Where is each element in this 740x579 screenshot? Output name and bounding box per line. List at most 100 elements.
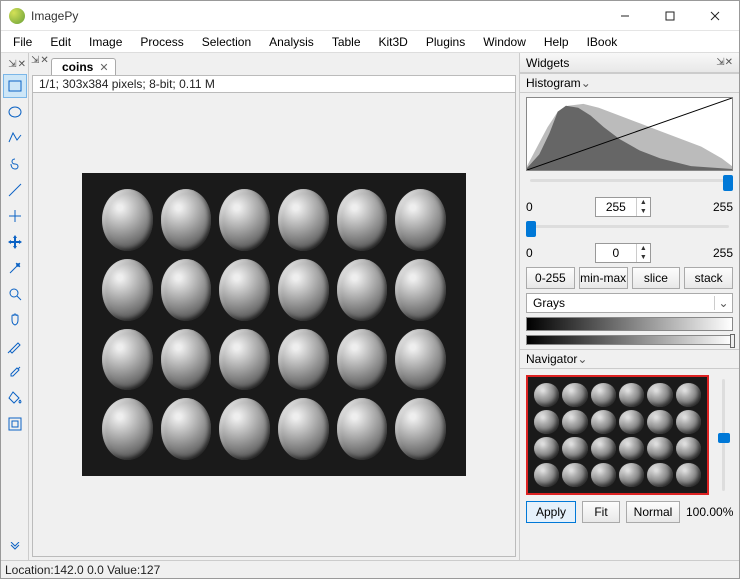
coin <box>219 398 270 460</box>
menu-file[interactable]: File <box>5 33 40 51</box>
menu-kit3d[interactable]: Kit3D <box>371 33 416 51</box>
menu-help[interactable]: Help <box>536 33 577 51</box>
coin <box>337 398 388 460</box>
freehand-tool[interactable] <box>3 152 27 176</box>
document-area: ⇲ ✕ coins ✕ 1/1; 303x384 pixels; 8-bit; … <box>29 53 519 560</box>
ellipse-tool[interactable] <box>3 100 27 124</box>
histogram-header[interactable]: Histogram ⌄ <box>520 73 739 93</box>
tab-close-icon[interactable]: ✕ <box>99 61 108 74</box>
chevron-down-icon: ⌄ <box>714 296 732 310</box>
frame-tool[interactable] <box>3 412 27 436</box>
spin-up-icon[interactable]: ▲ <box>637 244 650 253</box>
high-min-label: 0 <box>526 200 533 214</box>
menu-edit[interactable]: Edit <box>42 33 79 51</box>
tab-bar: ⇲ ✕ coins ✕ <box>29 53 519 75</box>
normal-button[interactable]: Normal <box>626 501 680 523</box>
coin <box>102 329 153 391</box>
rectangle-tool[interactable] <box>3 74 27 98</box>
expand-tool[interactable] <box>3 535 27 559</box>
lut-dropdown[interactable]: Grays ⌄ <box>526 293 733 313</box>
spin-down-icon[interactable]: ▼ <box>637 207 650 216</box>
navigator-thumbnail[interactable] <box>526 375 709 495</box>
hand-tool[interactable] <box>3 308 27 332</box>
zoom-tool[interactable] <box>3 282 27 306</box>
high-threshold-slider[interactable] <box>526 175 733 193</box>
widgets-header: Widgets ⇲ ✕ <box>520 53 739 73</box>
point-tool[interactable] <box>3 204 27 228</box>
fit-button[interactable]: Fit <box>582 501 620 523</box>
apply-button[interactable]: Apply <box>526 501 576 523</box>
close-button[interactable] <box>692 1 737 30</box>
menu-selection[interactable]: Selection <box>194 33 259 51</box>
pin-icon[interactable]: ⇲ <box>716 57 724 68</box>
coin <box>278 189 329 251</box>
lut-label: Grays <box>527 296 714 310</box>
coin <box>102 189 153 251</box>
brush-tool[interactable] <box>3 334 27 358</box>
eyedropper-tool[interactable] <box>3 360 27 384</box>
low-threshold-input[interactable]: ▲▼ <box>595 243 651 263</box>
line-tool[interactable] <box>3 178 27 202</box>
maximize-button[interactable] <box>647 1 692 30</box>
navigator-body: Apply Fit Normal 100.00% <box>520 369 739 560</box>
high-max-label: 255 <box>713 200 733 214</box>
menu-ibook[interactable]: IBook <box>579 33 626 51</box>
menu-plugins[interactable]: Plugins <box>418 33 473 51</box>
app-title: ImagePy <box>31 9 602 23</box>
image-viewport[interactable] <box>32 93 516 557</box>
tab-coins[interactable]: coins ✕ <box>51 58 116 75</box>
lut-gradient-main[interactable] <box>526 317 733 331</box>
high-threshold-input[interactable]: ▲▼ <box>595 197 651 217</box>
coin <box>219 189 270 251</box>
close-icon[interactable]: ✕ <box>40 55 48 66</box>
range-stack-button[interactable]: stack <box>684 267 733 289</box>
status-text: Location:142.0 0.0 Value:127 <box>5 563 160 577</box>
move-tool[interactable] <box>3 230 27 254</box>
image-info-text: 1/1; 303x384 pixels; 8-bit; 0.11 M <box>39 77 215 91</box>
menu-analysis[interactable]: Analysis <box>261 33 322 51</box>
coin <box>161 398 212 460</box>
minimize-button[interactable] <box>602 1 647 30</box>
coin <box>219 259 270 321</box>
coin <box>278 259 329 321</box>
app-icon <box>9 8 25 24</box>
low-max-label: 255 <box>713 246 733 260</box>
close-icon[interactable]: ✕ <box>18 59 26 70</box>
app-window: ImagePy File Edit Image Process Selectio… <box>0 0 740 579</box>
low-threshold-value[interactable] <box>596 244 636 262</box>
spin-down-icon[interactable]: ▼ <box>637 253 650 262</box>
menu-window[interactable]: Window <box>475 33 534 51</box>
pin-icon[interactable]: ⇲ <box>31 55 39 66</box>
polygon-tool[interactable] <box>3 126 27 150</box>
coin <box>395 329 446 391</box>
coin <box>337 329 388 391</box>
low-threshold-slider[interactable] <box>526 221 733 239</box>
navigator-zoom-slider[interactable] <box>715 375 733 495</box>
range-slice-button[interactable]: slice <box>632 267 681 289</box>
range-minmax-button[interactable]: min-max <box>579 267 628 289</box>
spin-up-icon[interactable]: ▲ <box>637 198 650 207</box>
high-threshold-value[interactable] <box>596 198 636 216</box>
coin <box>161 329 212 391</box>
close-icon[interactable]: ✕ <box>725 57 733 68</box>
wand-tool[interactable] <box>3 256 27 280</box>
coin <box>161 259 212 321</box>
pin-icon[interactable]: ⇲ <box>8 59 16 70</box>
coins-image <box>82 173 466 476</box>
content-area: ⇲ ✕ ⇲ ✕ <box>1 53 739 560</box>
chevron-down-icon: ⌄ <box>581 76 591 90</box>
histogram-body: 0 ▲▼ 255 0 ▲▼ 255 <box>520 93 739 349</box>
histogram-chart <box>526 97 733 171</box>
menu-table[interactable]: Table <box>324 33 369 51</box>
paint-bucket-tool[interactable] <box>3 386 27 410</box>
menu-process[interactable]: Process <box>132 33 191 51</box>
zoom-label: 100.00% <box>686 505 733 519</box>
lut-gradient-secondary[interactable] <box>526 335 733 345</box>
statusbar: Location:142.0 0.0 Value:127 <box>1 560 739 578</box>
gradient-handle[interactable] <box>730 334 735 348</box>
navigator-header[interactable]: Navigator ⌄ <box>520 349 739 369</box>
range-0-255-button[interactable]: 0-255 <box>526 267 575 289</box>
chevron-down-icon: ⌄ <box>577 352 587 366</box>
window-controls <box>602 1 737 30</box>
menu-image[interactable]: Image <box>81 33 130 51</box>
